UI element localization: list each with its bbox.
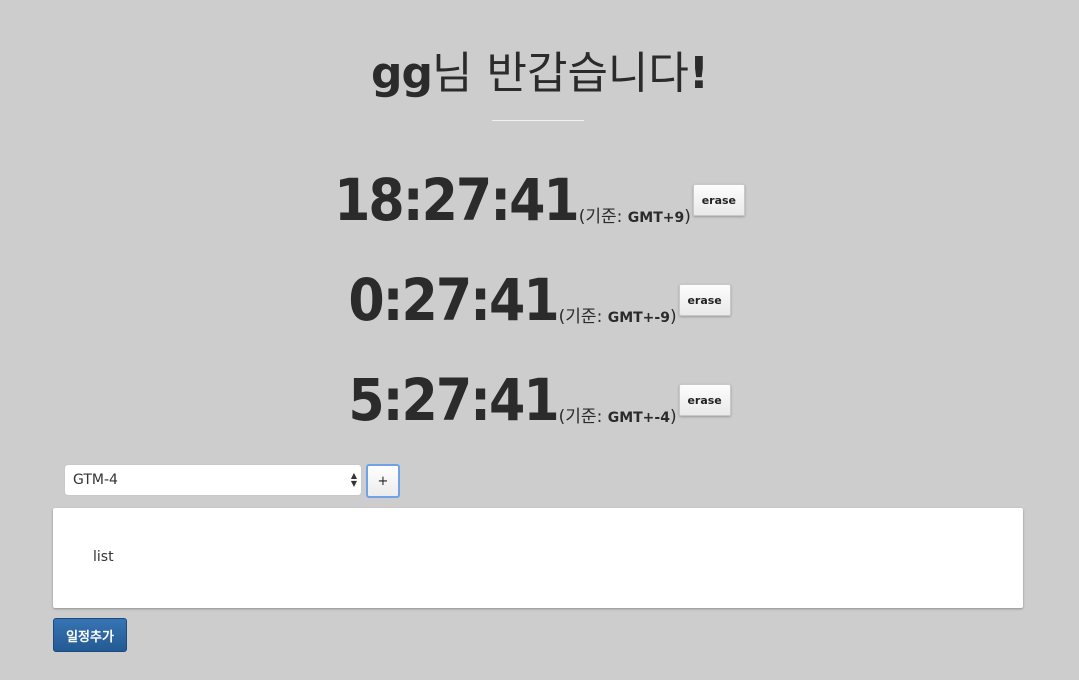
basis-suffix: ) xyxy=(669,407,677,427)
gmt-offset: GMT+-4 xyxy=(607,410,670,426)
clock-basis: (기준: GMT+-9) xyxy=(559,307,677,328)
greeting-text: 님 반갑습니다 xyxy=(432,48,689,99)
gmt-offset: GMT+9 xyxy=(627,210,685,226)
title-divider xyxy=(492,120,584,121)
schedule-list-panel: list xyxy=(53,508,1023,608)
greeting-title: gg님 반갑습니다! xyxy=(0,46,1079,102)
greeting-exclamation: ! xyxy=(688,48,709,99)
clock-row: 18:27:41 (기준: GMT+9) erase xyxy=(0,170,1079,230)
basis-prefix: (기준: xyxy=(558,407,608,427)
clock-time: 5:27:41 xyxy=(348,366,559,434)
clock-row: 5:27:41 (기준: GMT+-4) erase xyxy=(0,370,1079,430)
clock-basis: (기준: GMT+-4) xyxy=(559,407,677,428)
basis-prefix: (기준: xyxy=(578,207,628,227)
add-timezone-button[interactable]: + xyxy=(366,464,400,498)
timezone-selected-value: GTM-4 xyxy=(73,472,118,488)
select-arrows-icon: ▲ ▼ xyxy=(350,471,357,488)
list-label: list xyxy=(93,549,114,565)
add-schedule-button[interactable]: 일정추가 xyxy=(53,618,127,652)
erase-button[interactable]: erase xyxy=(678,284,731,316)
basis-suffix: ) xyxy=(684,207,691,227)
clock-time: 18:27:41 xyxy=(334,166,580,234)
clock-basis: (기준: GMT+9) xyxy=(579,207,691,228)
clock-row: 0:27:41 (기준: GMT+-9) erase xyxy=(0,270,1079,330)
clock-time: 0:27:41 xyxy=(348,266,559,334)
user-name: gg xyxy=(371,48,433,99)
erase-button[interactable]: erase xyxy=(678,384,731,416)
basis-suffix: ) xyxy=(669,307,677,327)
basis-prefix: (기준: xyxy=(558,307,608,327)
erase-button[interactable]: erase xyxy=(692,184,745,216)
timezone-select[interactable]: GTM-4 ▲ ▼ xyxy=(64,464,362,496)
gmt-offset: GMT+-9 xyxy=(607,310,670,326)
